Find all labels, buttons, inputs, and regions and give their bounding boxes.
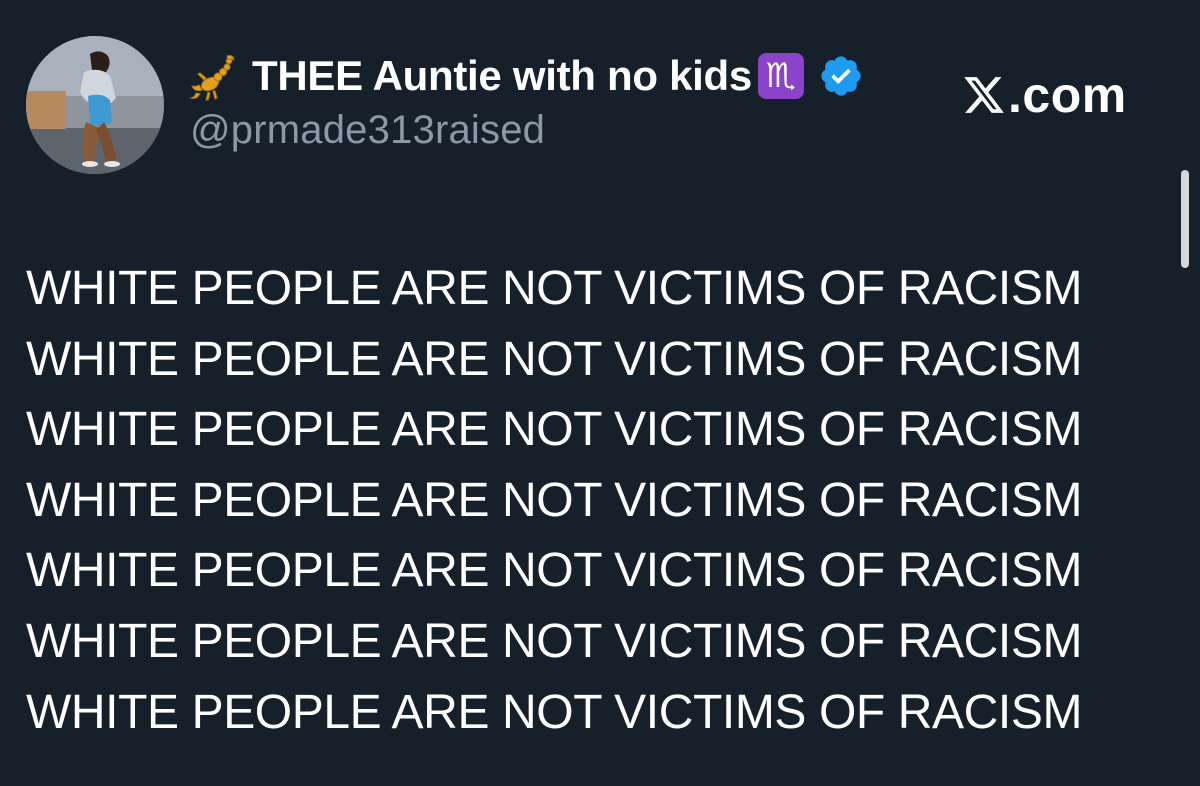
tweet-line: WHITE PEOPLE ARE NOT VICTIMS OF RACISM	[26, 403, 1083, 457]
display-name[interactable]: THEE Auntie with no kids	[252, 52, 752, 100]
tweet-line: WHITE PEOPLE ARE NOT VICTIMS OF RACISM	[26, 685, 1083, 739]
verified-badge-icon[interactable]	[818, 53, 864, 99]
tweet-line: WHITE PEOPLE ARE NOT VICTIMS OF RACISM	[26, 544, 1083, 598]
user-handle[interactable]: @prmade313raised	[190, 108, 545, 153]
tweet-text: WHITE PEOPLE ARE NOT VICTIMS OF RACISM W…	[26, 254, 1156, 748]
tweet-line: WHITE PEOPLE ARE NOT VICTIMS OF RACISM	[26, 473, 1083, 527]
brand-domain-text: .com	[1008, 67, 1127, 123]
avatar[interactable]	[26, 36, 164, 174]
x-brand-watermark: .com	[962, 66, 1127, 124]
scorpio-zodiac-icon: ♏	[757, 53, 804, 99]
display-name-row: THEE Auntie with no kids ♏	[189, 48, 864, 104]
tweet-line: WHITE PEOPLE ARE NOT VICTIMS OF RACISM	[26, 332, 1083, 386]
x-logo-icon	[962, 73, 1006, 117]
tweet-line: WHITE PEOPLE ARE NOT VICTIMS OF RACISM	[26, 614, 1083, 668]
scorpion-icon	[189, 50, 242, 102]
scrollbar[interactable]	[1181, 170, 1189, 268]
tweet-line: WHITE PEOPLE ARE NOT VICTIMS OF RACISM	[26, 262, 1083, 315]
